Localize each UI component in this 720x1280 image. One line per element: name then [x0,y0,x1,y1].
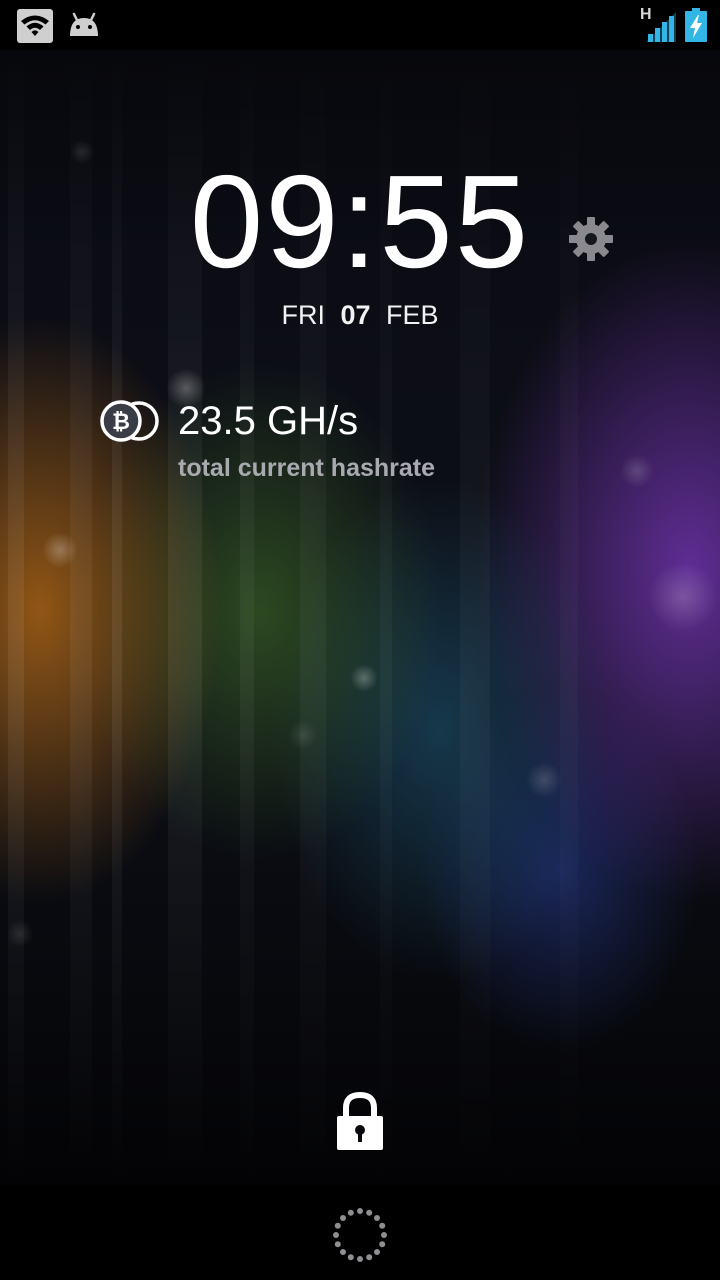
hashrate-label: total current hashrate [178,454,436,482]
wifi-icon [17,9,53,43]
lockscreen-date: FRI 07 FEB [0,298,720,332]
android-icon [70,12,98,36]
signal-icon [646,12,676,42]
date-month: FEB [386,300,439,330]
clock-separator: : [340,148,380,295]
loading-dots-icon [333,1208,387,1262]
date-weekday: FRI [281,300,325,330]
lock-icon[interactable] [334,1090,386,1152]
bitcoin-icon[interactable]: ₿ [98,398,162,444]
battery-charging-icon [685,8,707,42]
gear-icon[interactable] [566,214,616,264]
clock-hours: 09 [189,148,341,295]
clock-minutes: 55 [379,148,531,295]
navigation-bar [0,1185,720,1280]
hashrate-value: 23.5 GH/s [178,399,359,443]
status-bar: H [0,0,720,50]
lockscreen: H 09:55 FRI 07 FEB ₿ 23.5 GH/s total cur… [0,0,720,1280]
date-day: 07 [340,300,371,330]
svg-text:₿: ₿ [112,410,130,435]
